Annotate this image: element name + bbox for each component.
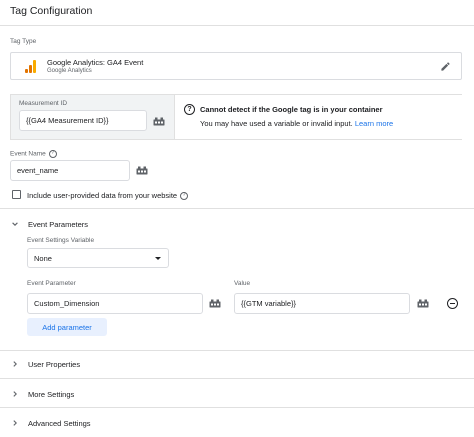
measurement-id-label: Measurement ID	[19, 100, 68, 107]
chevron-right-icon[interactable]	[11, 390, 19, 398]
tag-type-label: Tag Type	[10, 38, 37, 45]
chevron-right-icon[interactable]	[11, 419, 19, 427]
chevron-down-icon[interactable]	[11, 220, 19, 228]
help-icon[interactable]: ?	[180, 192, 189, 201]
parameter-value-variable-button[interactable]	[413, 293, 433, 313]
measurement-id-input[interactable]: {{GA4 Measurement ID}}	[19, 110, 147, 131]
tag-type-name: Google Analytics: GA4 Event	[47, 58, 144, 67]
event-parameters-title[interactable]: Event Parameters	[28, 220, 88, 229]
warning-message: You may have used a variable or invalid …	[200, 119, 353, 128]
event-settings-variable-value: None	[34, 253, 52, 263]
warning-title: Cannot detect if the Google tag is in yo…	[200, 105, 383, 114]
caret-down-icon	[155, 257, 161, 260]
pencil-icon[interactable]	[440, 61, 451, 72]
divider	[0, 378, 474, 379]
chevron-right-icon[interactable]	[11, 360, 19, 368]
variable-picker-button[interactable]	[149, 111, 169, 131]
remove-circle-icon[interactable]	[447, 298, 458, 309]
learn-more-link[interactable]: Learn more	[355, 119, 393, 128]
google-tag-warning: ? Cannot detect if the Google tag is in …	[174, 95, 462, 139]
event-parameter-input[interactable]: Custom_Dimension	[27, 293, 203, 314]
more-settings-section[interactable]: More Settings	[28, 390, 74, 399]
variable-picker-icon	[209, 299, 221, 307]
event-settings-variable-label: Event Settings Variable	[27, 237, 95, 244]
tag-type-card[interactable]: Google Analytics: GA4 Event Google Analy…	[10, 52, 462, 80]
header-divider	[0, 25, 474, 26]
tag-type-subtitle: Google Analytics	[47, 68, 92, 74]
variable-picker-icon	[136, 166, 148, 174]
event-settings-variable-select[interactable]: None	[27, 248, 169, 268]
measurement-id-section: Measurement ID {{GA4 Measurement ID}} ? …	[10, 94, 462, 140]
event-parameter-variable-button[interactable]	[205, 293, 225, 313]
add-parameter-button[interactable]: Add parameter	[27, 318, 107, 336]
help-icon[interactable]: ?	[48, 150, 57, 158]
value-label: Value	[234, 280, 251, 287]
user-data-label-text: Include user-provided data from your web…	[27, 191, 178, 200]
warning-text: You may have used a variable or invalid …	[200, 119, 393, 128]
variable-picker-icon	[153, 117, 165, 125]
event-name-label-text: Event Name	[10, 150, 46, 158]
question-circle-icon: ?	[184, 104, 195, 115]
divider	[0, 208, 474, 209]
divider	[0, 407, 474, 408]
event-name-label: Event Name?	[10, 150, 57, 158]
google-analytics-icon	[25, 60, 37, 73]
event-parameter-label: Event Parameter	[27, 280, 76, 287]
event-name-variable-button[interactable]	[132, 160, 152, 180]
event-name-input[interactable]: event_name	[10, 160, 130, 181]
divider	[0, 350, 474, 351]
advanced-settings-section[interactable]: Advanced Settings	[28, 419, 91, 428]
user-data-checkbox[interactable]	[12, 190, 21, 199]
parameter-value-input[interactable]: {{GTM variable}}	[234, 293, 410, 314]
user-properties-section[interactable]: User Properties	[28, 360, 80, 369]
page-title: Tag Configuration	[10, 5, 93, 17]
user-data-label: Include user-provided data from your web…	[27, 191, 189, 201]
variable-picker-icon	[417, 299, 429, 307]
